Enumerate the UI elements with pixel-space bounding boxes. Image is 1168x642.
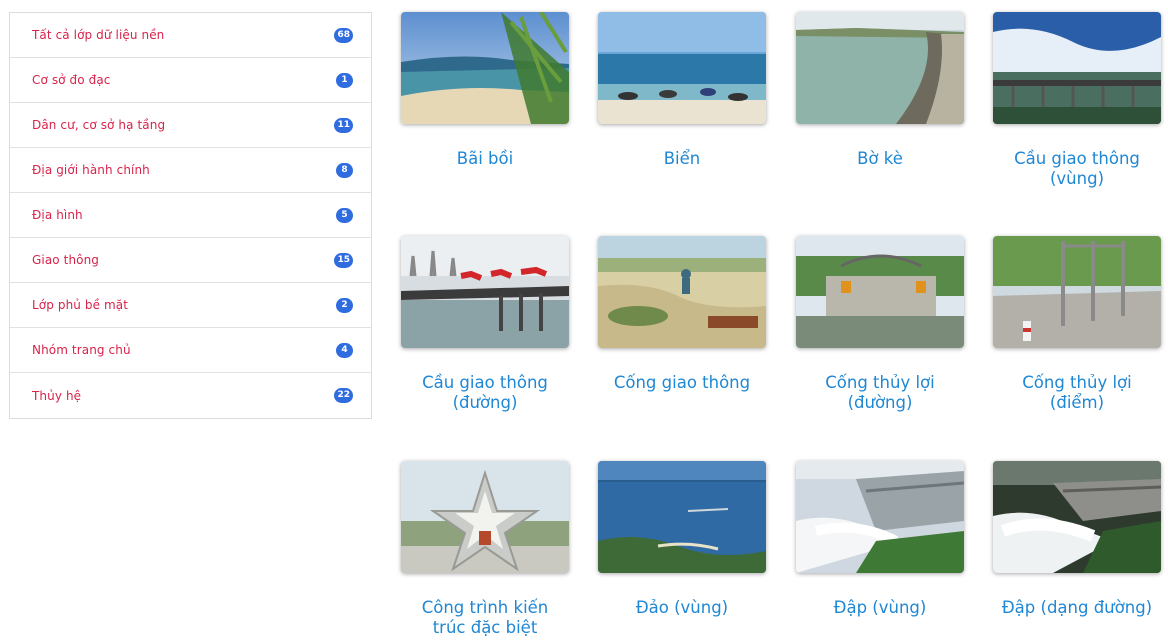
irrigation-sluice-point-thumbnail[interactable] bbox=[993, 236, 1161, 348]
count-badge: 8 bbox=[336, 162, 353, 178]
sidebar-item-survey-base[interactable]: Cơ sở đo đạc 1 bbox=[10, 58, 371, 103]
gallery-card-cong-trinh-kien-truc-dac-biet[interactable]: Công trình kiến trúc đặc biệt bbox=[401, 461, 569, 638]
sidebar-item-label: Địa hình bbox=[32, 208, 83, 222]
embankment-thumbnail[interactable] bbox=[796, 12, 964, 124]
count-badge: 4 bbox=[336, 342, 353, 358]
dam-area-thumbnail[interactable] bbox=[796, 461, 964, 573]
island-area-thumbnail[interactable] bbox=[598, 461, 766, 573]
gallery-caption[interactable]: Bờ kè bbox=[796, 149, 964, 169]
gallery-caption[interactable]: Đảo (vùng) bbox=[598, 598, 766, 618]
gallery-caption[interactable]: Công trình kiến trúc đặc biệt bbox=[401, 598, 569, 638]
gallery-caption[interactable]: Cống thủy lợi (đường) bbox=[796, 373, 964, 413]
count-badge: 1 bbox=[336, 72, 353, 88]
sidebar-item-label: Địa giới hành chính bbox=[32, 163, 150, 177]
sidebar-item-label: Dân cư, cơ sở hạ tầng bbox=[32, 118, 166, 132]
count-badge: 15 bbox=[334, 252, 353, 268]
count-badge: 5 bbox=[336, 207, 353, 223]
beach-sandbar-thumbnail[interactable] bbox=[401, 12, 569, 124]
gallery-card-bai-boi[interactable]: Bãi bồi bbox=[401, 12, 569, 169]
category-sidebar: Tất cả lớp dữ liệu nền 68 Cơ sở đo đạc 1… bbox=[9, 12, 372, 419]
irrigation-sluice-road-thumbnail[interactable] bbox=[796, 236, 964, 348]
count-badge: 22 bbox=[334, 388, 353, 403]
gallery-card-dap-vung[interactable]: Đập (vùng) bbox=[796, 461, 964, 618]
dam-line-thumbnail[interactable] bbox=[993, 461, 1161, 573]
gallery-caption[interactable]: Cống giao thông bbox=[598, 373, 766, 393]
sidebar-item-administrative-boundary[interactable]: Địa giới hành chính 8 bbox=[10, 148, 371, 193]
gallery-caption[interactable]: Đập (dạng đường) bbox=[993, 598, 1161, 618]
gallery-card-cong-thuy-loi-duong[interactable]: Cống thủy lợi (đường) bbox=[796, 236, 964, 413]
gallery-caption[interactable]: Cầu giao thông (đường) bbox=[401, 373, 569, 413]
bridge-area-thumbnail[interactable] bbox=[993, 12, 1161, 124]
gallery-caption[interactable]: Cống thủy lợi (điểm) bbox=[993, 373, 1161, 413]
sidebar-item-hydrography[interactable]: Thủy hệ 22 bbox=[10, 373, 371, 418]
sidebar-item-all-layers[interactable]: Tất cả lớp dữ liệu nền 68 bbox=[10, 13, 371, 58]
gallery-card-cau-giao-thong-vung[interactable]: Cầu giao thông (vùng) bbox=[993, 12, 1161, 189]
gallery-card-cong-thuy-loi-diem[interactable]: Cống thủy lợi (điểm) bbox=[993, 236, 1161, 413]
gallery-caption[interactable]: Cầu giao thông (vùng) bbox=[993, 149, 1161, 189]
sidebar-item-label: Tất cả lớp dữ liệu nền bbox=[32, 28, 165, 42]
gallery-card-bien[interactable]: Biển bbox=[598, 12, 766, 169]
gallery-card-cau-giao-thong-duong[interactable]: Cầu giao thông (đường) bbox=[401, 236, 569, 413]
sea-thumbnail[interactable] bbox=[598, 12, 766, 124]
sidebar-item-homepage-group[interactable]: Nhóm trang chủ 4 bbox=[10, 328, 371, 373]
sidebar-item-label: Nhóm trang chủ bbox=[32, 343, 131, 357]
gallery-caption[interactable]: Bãi bồi bbox=[401, 149, 569, 169]
sidebar-item-terrain[interactable]: Địa hình 5 bbox=[10, 193, 371, 238]
bridge-road-thumbnail[interactable] bbox=[401, 236, 569, 348]
sidebar-item-residential-infrastructure[interactable]: Dân cư, cơ sở hạ tầng 11 bbox=[10, 103, 371, 148]
count-badge: 68 bbox=[334, 27, 353, 43]
sidebar-item-label: Thủy hệ bbox=[32, 388, 82, 403]
count-badge: 2 bbox=[336, 297, 353, 313]
count-badge: 11 bbox=[334, 117, 353, 133]
gallery-caption[interactable]: Biển bbox=[598, 149, 766, 169]
sidebar-item-land-cover[interactable]: Lớp phủ bề mặt 2 bbox=[10, 283, 371, 328]
special-architecture-thumbnail[interactable] bbox=[401, 461, 569, 573]
sidebar-item-label: Lớp phủ bề mặt bbox=[32, 298, 129, 312]
sidebar-item-transport[interactable]: Giao thông 15 bbox=[10, 238, 371, 283]
sidebar-item-label: Cơ sở đo đạc bbox=[32, 73, 111, 87]
gallery-card-bo-ke[interactable]: Bờ kè bbox=[796, 12, 964, 169]
gallery-card-dao-vung[interactable]: Đảo (vùng) bbox=[598, 461, 766, 618]
gallery-card-dap-dang-duong[interactable]: Đập (dạng đường) bbox=[993, 461, 1161, 618]
traffic-culvert-thumbnail[interactable] bbox=[598, 236, 766, 348]
sidebar-item-label: Giao thông bbox=[32, 253, 100, 267]
gallery-caption[interactable]: Đập (vùng) bbox=[796, 598, 964, 618]
gallery-card-cong-giao-thong[interactable]: Cống giao thông bbox=[598, 236, 766, 393]
